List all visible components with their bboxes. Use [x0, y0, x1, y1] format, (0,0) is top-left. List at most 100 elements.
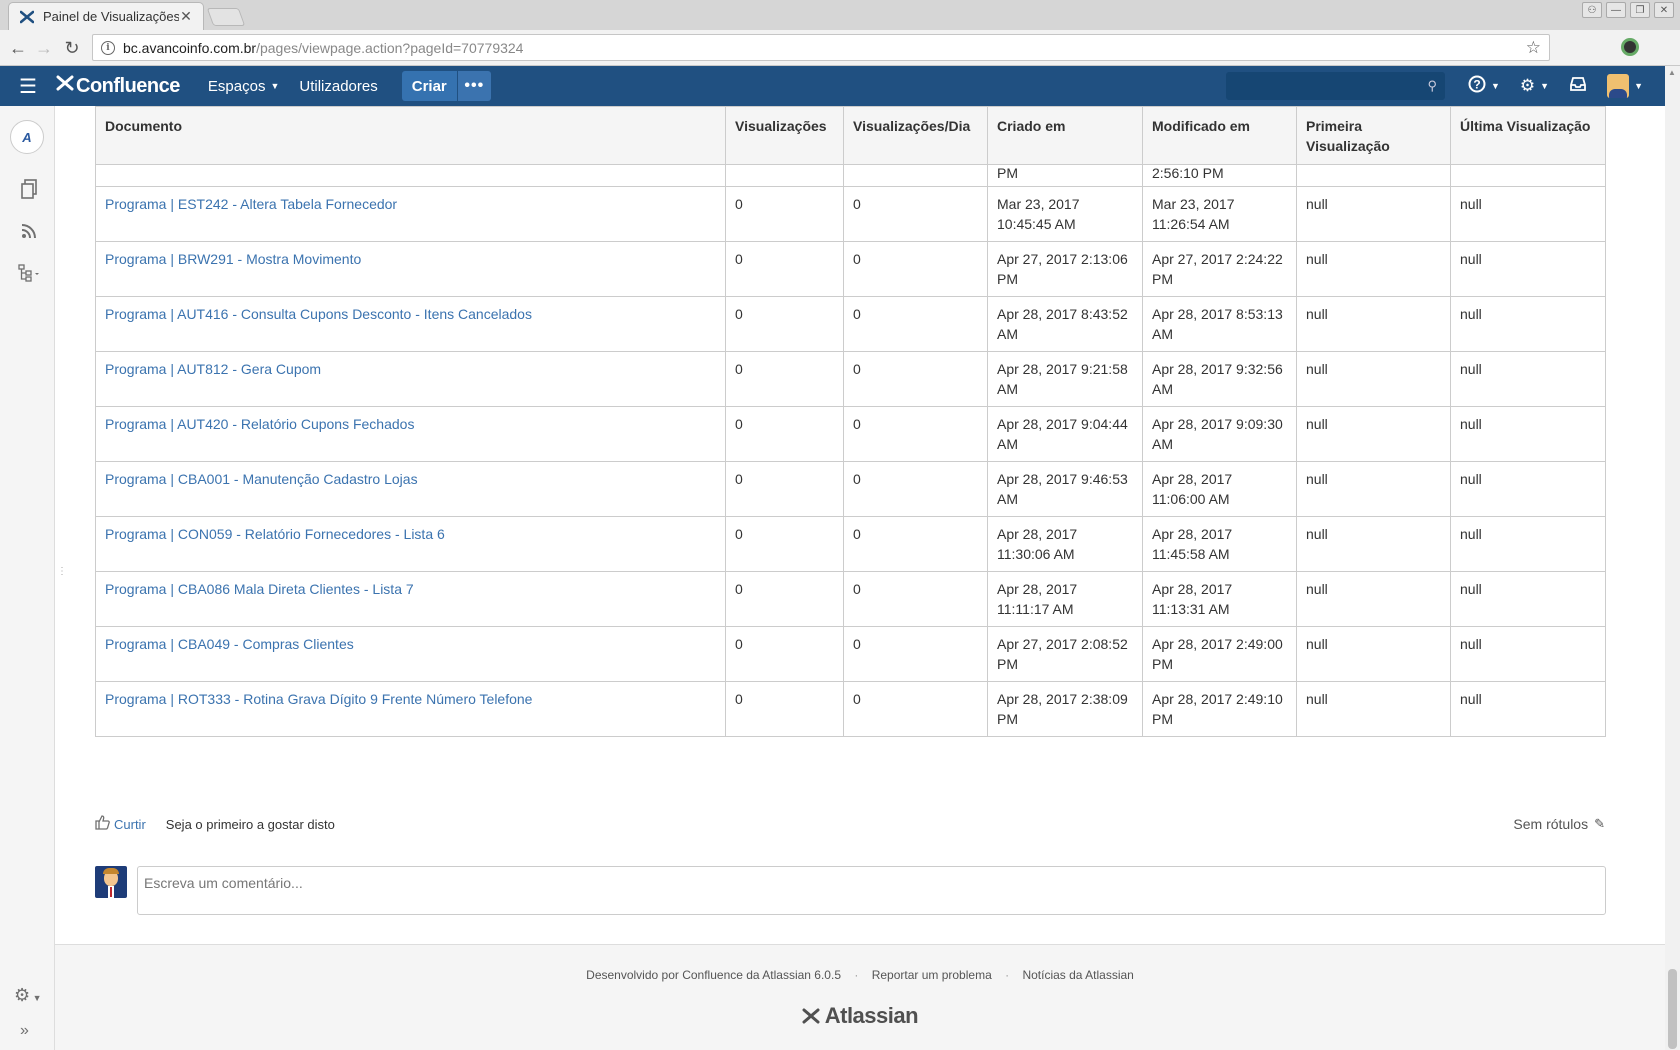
column-header[interactable]: Visualizações [725, 106, 844, 165]
page-scrollbar[interactable]: ▲ [1665, 66, 1680, 1050]
labels-section[interactable]: Sem rótulos ✎ [1513, 816, 1605, 832]
footer-powered-by: Desenvolvido por Confluence da Atlassian… [586, 968, 841, 982]
cell-views-per-day: 0 [843, 461, 988, 517]
chevron-down-icon: ▼ [270, 81, 280, 91]
cell-document: Programa | CBA049 - Compras Clientes [95, 626, 726, 682]
menu-hamburger-icon[interactable]: ☰ [0, 66, 56, 106]
column-header[interactable]: Primeira Visualização [1296, 106, 1451, 165]
cell-created: Apr 28, 2017 9:46:53 AM [987, 461, 1143, 517]
cell-created: Apr 28, 2017 11:30:06 AM [987, 516, 1143, 572]
scrollbar-thumb[interactable] [1668, 969, 1677, 1049]
like-button[interactable]: Curtir [114, 817, 146, 832]
cell-document: Programa | AUT416 - Consulta Cupons Desc… [95, 296, 726, 352]
space-settings-gear-icon[interactable]: ⚙ ▼ [14, 985, 42, 1006]
confluence-favicon-icon [19, 9, 35, 25]
pencil-edit-icon[interactable]: ✎ [1594, 816, 1605, 832]
user-menu[interactable]: ▼ [1597, 66, 1653, 106]
back-arrow-icon[interactable]: ← [6, 36, 30, 60]
cell-created: Apr 28, 2017 9:04:44 AM [987, 406, 1143, 462]
cell-created: Apr 28, 2017 11:11:17 AM [987, 571, 1143, 627]
document-link[interactable]: Programa | CBA086 Mala Direta Clientes -… [105, 581, 414, 597]
column-header[interactable]: Criado em [987, 106, 1143, 165]
expand-sidebar-icon[interactable]: » [20, 1022, 29, 1040]
document-link[interactable]: Programa | AUT420 - Relatório Cupons Fec… [105, 416, 414, 432]
avatar [1607, 74, 1630, 98]
sidebar-resize-handle[interactable]: ⋮ [57, 567, 67, 584]
thumbs-up-icon[interactable] [95, 815, 110, 833]
document-link[interactable]: Programa | CBA049 - Compras Clientes [105, 636, 354, 652]
cell-views: 0 [725, 681, 844, 737]
window-controls: ⚇ — ❐ ✕ [1582, 2, 1674, 18]
cell-views: 0 [725, 296, 844, 352]
inbox-icon [1569, 76, 1587, 97]
notifications-button[interactable] [1559, 66, 1597, 106]
cell-views-per-day: 0 [843, 296, 988, 352]
help-icon: ? [1468, 75, 1486, 98]
help-menu[interactable]: ? ▼ [1458, 66, 1510, 106]
table-row: Programa | CBA001 - Manutenção Cadastro … [95, 461, 1606, 517]
users-link[interactable]: Utilizadores [289, 66, 387, 106]
document-link[interactable]: Programa | EST242 - Altera Tabela Fornec… [105, 196, 397, 212]
page-tree-icon[interactable] [18, 262, 40, 284]
cell-first-view: null [1296, 241, 1451, 297]
new-tab-button[interactable] [206, 8, 246, 26]
column-header[interactable]: Visualizações/Dia [843, 106, 988, 165]
address-bar[interactable]: i bc.avancoinfo.com.br/pages/viewpage.ac… [92, 34, 1550, 61]
column-header[interactable]: Última Visualização [1450, 106, 1606, 165]
column-header[interactable]: Modificado em [1142, 106, 1297, 165]
cell-views-per-day: 0 [843, 241, 988, 297]
extension-icon[interactable] [1621, 38, 1639, 56]
settings-menu[interactable]: ⚙ ▼ [1510, 66, 1559, 106]
cell-views-per-day: 0 [843, 406, 988, 462]
comment-input[interactable]: Escreva um comentário... [137, 866, 1606, 915]
report-problem-link[interactable]: Reportar um problema [872, 968, 992, 982]
bookmark-star-icon[interactable]: ☆ [1526, 38, 1541, 58]
table-row: Programa | CON059 - Relatório Fornecedor… [95, 516, 1606, 572]
create-more-button[interactable]: ••• [456, 71, 491, 101]
table-row: Programa | BRW291 - Mostra Movimento 0 0 Ap… [95, 241, 1606, 297]
minimize-icon[interactable]: — [1606, 2, 1626, 18]
column-header[interactable]: Documento [95, 106, 726, 165]
rss-feed-icon[interactable] [18, 220, 40, 242]
cell-views: 0 [725, 406, 844, 462]
document-link[interactable]: Programa | BRW291 - Mostra Movimento [105, 251, 361, 267]
restore-icon[interactable]: ❐ [1630, 2, 1650, 18]
document-link[interactable]: Programa | ROT333 - Rotina Grava Dígito … [105, 691, 532, 707]
cell-modified: Mar 23, 2017 11:26:54 AM [1142, 186, 1297, 242]
cell-views: 0 [725, 241, 844, 297]
confluence-logo[interactable]: Confluence [56, 74, 180, 98]
space-logo[interactable]: A [10, 120, 44, 154]
create-button[interactable]: Criar [401, 71, 457, 101]
site-info-icon[interactable]: i [101, 40, 115, 55]
page-footer: Desenvolvido por Confluence da Atlassian… [55, 944, 1665, 1050]
scroll-up-arrow-icon[interactable]: ▲ [1668, 68, 1676, 77]
document-link[interactable]: Programa | CON059 - Relatório Fornecedor… [105, 526, 445, 542]
atlassian-news-link[interactable]: Notícias da Atlassian [1022, 968, 1133, 982]
window-close-icon[interactable]: ✕ [1654, 2, 1674, 18]
cell-modified: 2:56:10 PM [1142, 164, 1297, 187]
search-input[interactable]: ⚲ [1226, 72, 1445, 100]
cell-last-view: null [1450, 571, 1606, 627]
cell-modified: Apr 28, 2017 2:49:10 PM [1142, 681, 1297, 737]
document-link[interactable]: Programa | AUT812 - Gera Cupom [105, 361, 321, 377]
cell-document: Programa | CBA086 Mala Direta Clientes -… [95, 571, 726, 627]
cell-document: Programa | BRW291 - Mostra Movimento [95, 241, 726, 297]
atlassian-logo[interactable]: Atlassian [55, 1003, 1665, 1029]
tab-close-icon[interactable]: ✕ [179, 8, 193, 25]
profile-icon[interactable]: ⚇ [1582, 2, 1602, 18]
forward-arrow-icon[interactable]: → [32, 36, 56, 60]
browser-tab[interactable]: Painel de Visualizações ✕ [8, 2, 204, 30]
pages-icon[interactable] [18, 178, 40, 200]
table-header-row: Documento Visualizações Visualizações/Di… [95, 106, 1606, 165]
document-link[interactable]: Programa | CBA001 - Manutenção Cadastro … [105, 471, 418, 487]
document-link[interactable]: Programa | AUT416 - Consulta Cupons Desc… [105, 306, 532, 322]
table-row: Programa | EST242 - Altera Tabela Fornec… [95, 186, 1606, 242]
commenter-avatar [95, 866, 127, 898]
browser-tabstrip: Painel de Visualizações ✕ ⚇ — ❐ ✕ [0, 0, 1680, 30]
cell-first-view: null [1296, 406, 1451, 462]
spaces-menu[interactable]: Espaços ▼ [198, 66, 289, 106]
atlassian-x-icon [802, 1003, 825, 1028]
cell-document: Programa | AUT420 - Relatório Cupons Fec… [95, 406, 726, 462]
chevron-down-icon: ▼ [1491, 81, 1500, 91]
reload-icon[interactable]: ↻ [60, 36, 84, 60]
